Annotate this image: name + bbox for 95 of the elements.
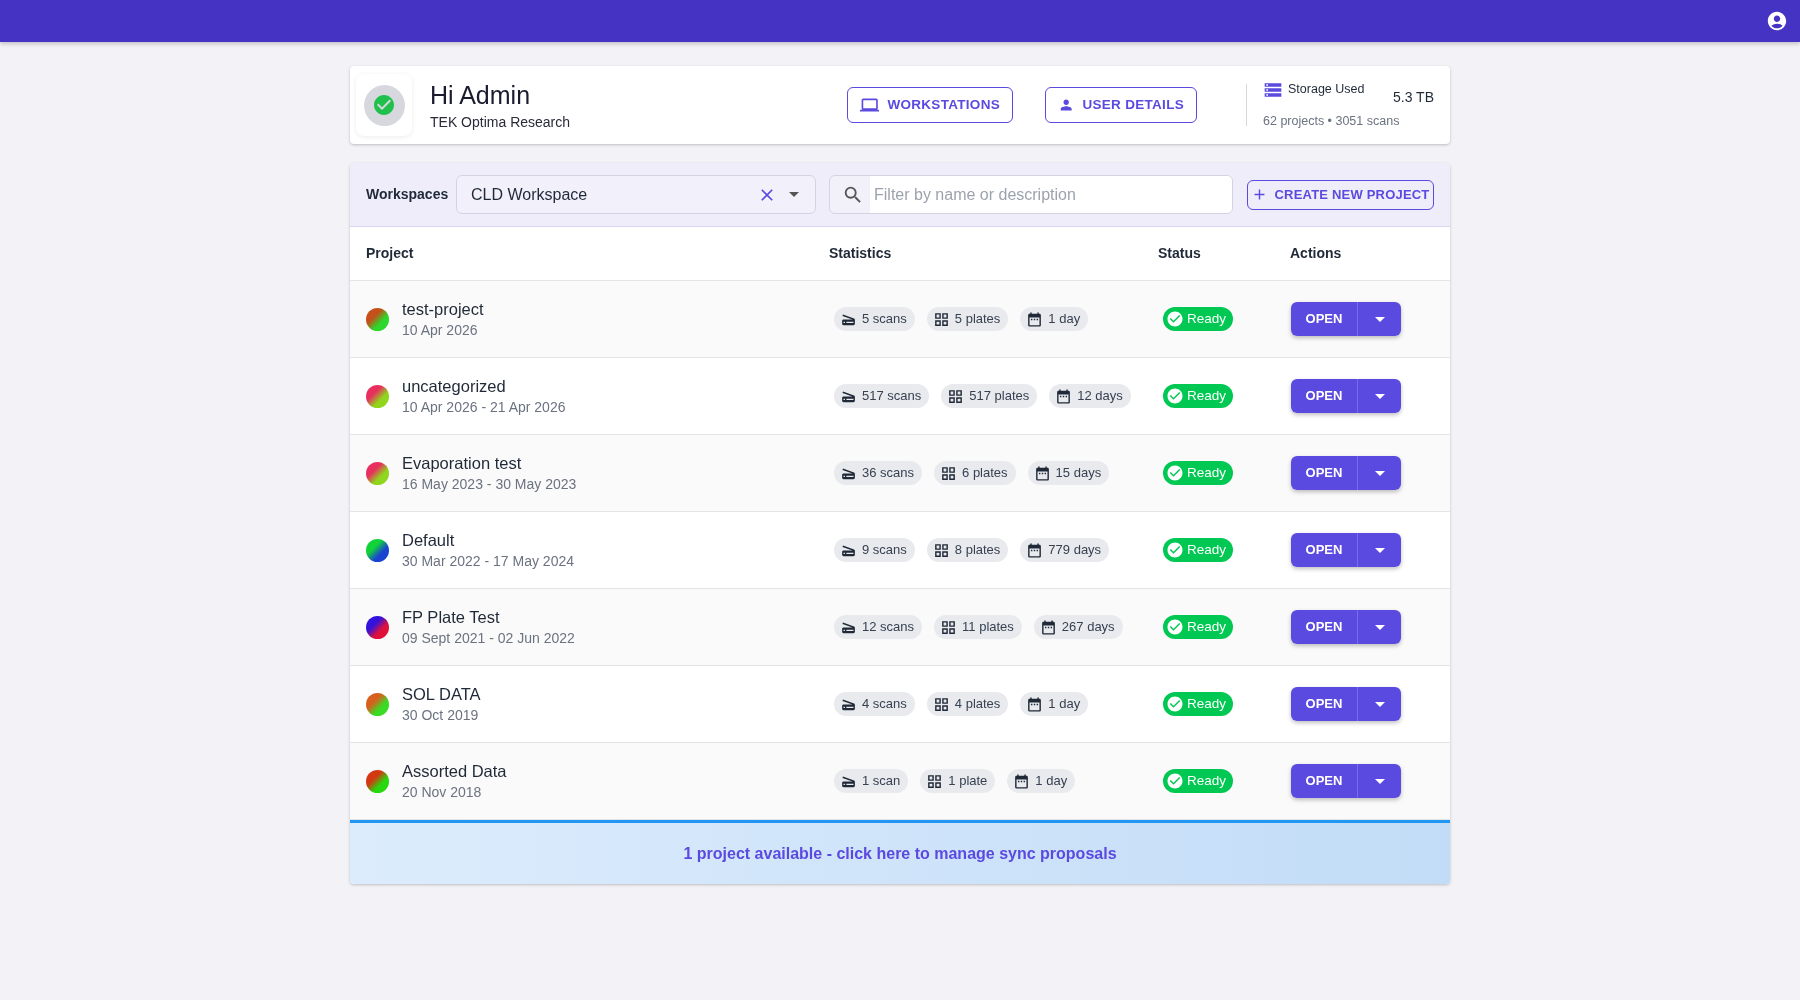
stat-label: 5 plates: [954, 310, 1001, 329]
storage-label: Storage Used: [1288, 81, 1365, 99]
caret-icon[interactable]: [789, 192, 799, 197]
stat-label: 11 plates: [962, 618, 1014, 637]
project-dates: 16 May 2023 - 30 May 2023: [402, 474, 577, 494]
stat-label: 779 days: [1048, 541, 1102, 560]
dropdown-button[interactable]: [1357, 687, 1401, 721]
workspace-select[interactable]: CLD Workspace: [456, 175, 816, 214]
column-header: Actions: [1290, 244, 1342, 263]
workspace-label: Workspaces: [366, 185, 449, 204]
workstations-button[interactable]: WORKSTATIONS: [847, 87, 1013, 123]
status-label: Ready: [1187, 540, 1227, 559]
calendar-icon: [1033, 464, 1051, 482]
storage-value: 5.3 TB: [1393, 87, 1434, 107]
stat-label: 1 day: [1048, 310, 1081, 329]
project-name: Evaporation test: [402, 452, 523, 474]
stat-label: 12 days: [1077, 387, 1123, 406]
dropdown-button[interactable]: [1357, 764, 1401, 798]
project-name: SOL DATA: [402, 683, 481, 705]
stat-label: 1 day: [1035, 772, 1068, 791]
storage-summary: 62 projects • 3051 scans: [1263, 112, 1401, 130]
status-label: Ready: [1187, 617, 1227, 636]
stat-label: 36 scans: [862, 464, 915, 483]
sync-proposals-banner[interactable]: 1 project available - click here to manage sync proposals: [350, 820, 1450, 884]
user-details-button[interactable]: USER DETAILS: [1045, 87, 1197, 123]
organization-text: TEK Optima Research: [430, 112, 571, 131]
caret-icon[interactable]: [1374, 470, 1385, 476]
project-dates: 20 Nov 2018: [402, 782, 483, 802]
status-label: Ready: [1187, 386, 1227, 405]
calendar-icon: [1039, 618, 1057, 636]
calendar-icon: [1026, 310, 1044, 328]
calendar-icon: [1055, 387, 1073, 405]
project-dates: 10 Apr 2026 - 21 Apr 2026: [402, 397, 566, 417]
search-field[interactable]: Filter by name or description: [829, 175, 1233, 214]
open-button[interactable]: OPEN: [1291, 379, 1357, 413]
open-button[interactable]: OPEN: [1291, 302, 1357, 336]
grid-icon: [940, 618, 958, 636]
project-name: Default: [402, 529, 456, 551]
calendar-icon: [1013, 772, 1031, 790]
stat-label: 517 scans: [862, 387, 922, 406]
stat-label: 5 scans: [862, 310, 907, 329]
stat-label: 6 plates: [962, 464, 1008, 483]
project-name: uncategorized: [402, 375, 507, 397]
caret-icon[interactable]: [1374, 393, 1385, 399]
stat-label: 267 days: [1061, 618, 1115, 637]
open-button[interactable]: OPEN: [1291, 764, 1357, 798]
open-button[interactable]: OPEN: [1291, 610, 1357, 644]
column-header: Status: [1158, 244, 1201, 263]
stat-label: 1 scan: [862, 772, 901, 791]
open-button[interactable]: OPEN: [1291, 456, 1357, 490]
dropdown-button[interactable]: [1357, 302, 1401, 336]
caret-icon[interactable]: [1374, 316, 1385, 322]
project-dates: 09 Sept 2021 - 02 Jun 2022: [402, 628, 575, 648]
status-label: Ready: [1187, 309, 1227, 328]
project-dates: 30 Oct 2019: [402, 705, 480, 725]
grid-icon: [947, 387, 965, 405]
stat-label: 1 day: [1048, 695, 1081, 714]
calendar-icon: [1026, 541, 1044, 559]
status-label: Ready: [1187, 694, 1227, 713]
dropdown-button[interactable]: [1357, 610, 1401, 644]
caret-icon[interactable]: [1374, 701, 1385, 707]
greeting-text: Hi Admin: [430, 79, 532, 110]
project-dates: 10 Apr 2026: [402, 320, 479, 340]
stat-label: 9 scans: [862, 541, 907, 560]
project-dates: 30 Mar 2022 - 17 May 2024: [402, 551, 574, 571]
calendar-icon: [1026, 695, 1044, 713]
grid-icon: [926, 772, 944, 790]
grid-icon: [940, 464, 958, 482]
open-button[interactable]: OPEN: [1291, 687, 1357, 721]
grid-icon: [932, 695, 950, 713]
column-header: Statistics: [829, 244, 892, 263]
dropdown-button[interactable]: [1357, 533, 1401, 567]
grid-icon: [932, 541, 950, 559]
project-name: FP Plate Test: [402, 606, 501, 628]
status-label: Ready: [1187, 771, 1227, 790]
create-project-button[interactable]: CREATE NEW PROJECT: [1247, 179, 1434, 210]
stat-label: 12 scans: [862, 618, 915, 637]
grid-icon: [932, 310, 950, 328]
caret-icon[interactable]: [1374, 624, 1385, 630]
open-button[interactable]: OPEN: [1291, 533, 1357, 567]
account-icon[interactable]: [1766, 10, 1788, 32]
column-header: Project: [366, 244, 414, 263]
caret-icon[interactable]: [1374, 547, 1385, 553]
project-name: Assorted Data: [402, 760, 507, 782]
project-name: test-project: [402, 298, 484, 320]
dropdown-button[interactable]: [1357, 456, 1401, 490]
stat-label: 15 days: [1055, 464, 1102, 483]
stat-label: 8 plates: [954, 541, 1001, 560]
caret-icon[interactable]: [1374, 778, 1385, 784]
stat-label: 4 scans: [862, 695, 907, 714]
stat-label: 4 plates: [954, 695, 1001, 714]
stat-label: 1 plate: [948, 772, 988, 791]
dropdown-button[interactable]: [1357, 379, 1401, 413]
stat-label: 517 plates: [969, 387, 1030, 406]
status-label: Ready: [1187, 463, 1227, 482]
